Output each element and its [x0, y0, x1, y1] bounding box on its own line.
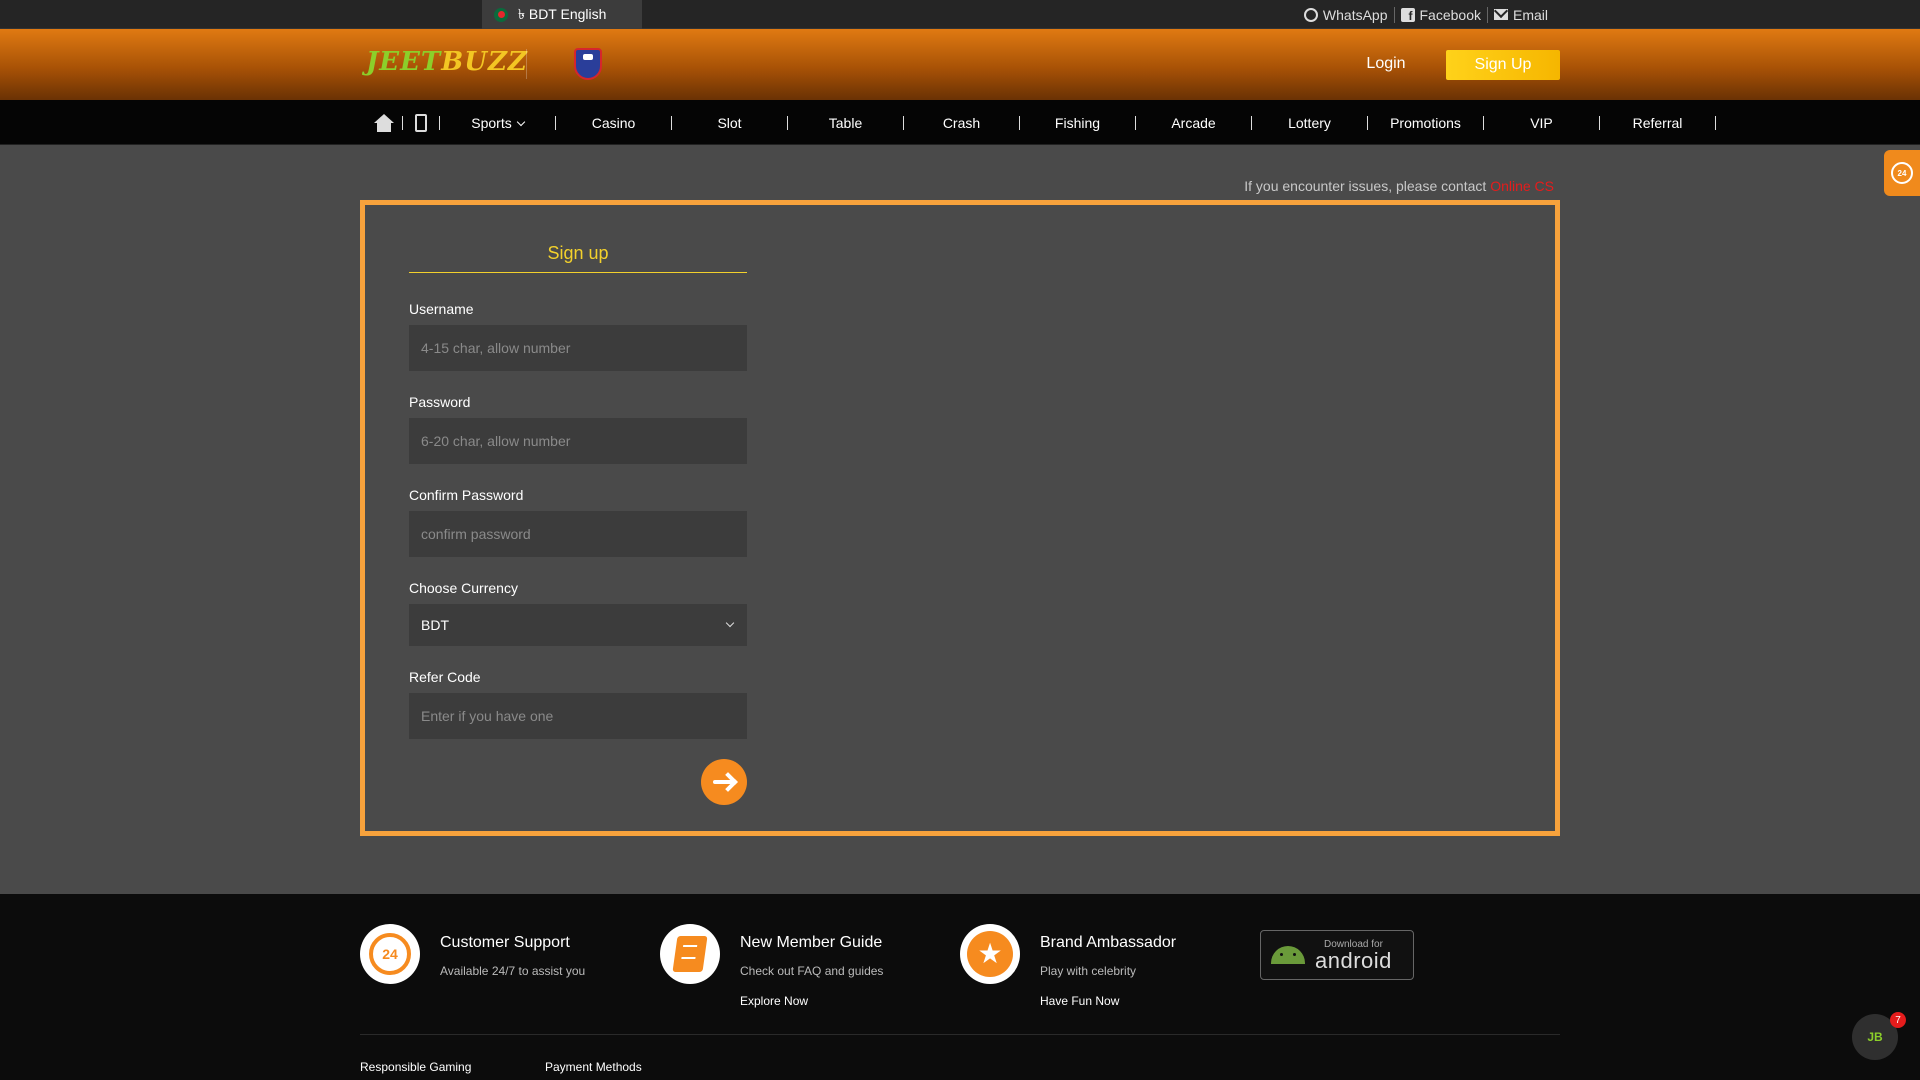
facebook-link[interactable]: f Facebook — [1395, 7, 1487, 23]
nav-divider — [1715, 115, 1716, 130]
currency-select[interactable]: BDT — [409, 604, 747, 646]
new-member-guide-feature: New Member Guide Check out FAQ and guide… — [660, 924, 883, 1008]
form-title: Sign up — [409, 243, 747, 273]
feature-title: Customer Support — [440, 934, 570, 951]
feature-icon-wrap — [660, 924, 720, 984]
mobile-phone-icon — [415, 113, 427, 132]
feature-title: New Member Guide — [740, 934, 883, 951]
top-utility-bar: ৳ BDT English WhatsApp f Facebook Email — [0, 0, 1920, 29]
refer-code-input[interactable] — [409, 693, 747, 739]
main-nav: Sports Casino Slot Table Crash Fishing A… — [0, 100, 1920, 145]
chevron-down-icon — [516, 117, 525, 126]
confirm-password-label: Confirm Password — [409, 487, 524, 503]
language-label: ৳ BDT English — [518, 5, 607, 22]
contact-links: WhatsApp f Facebook Email — [1298, 0, 1554, 29]
nav-item-promotions[interactable]: Promotions — [1368, 115, 1483, 131]
feature-icon-wrap: ★ — [960, 924, 1020, 984]
responsible-gaming-link[interactable]: Responsible Gaming — [360, 1060, 471, 1074]
android-big-text: android — [1315, 947, 1392, 973]
nav-item-vip[interactable]: VIP — [1484, 115, 1599, 131]
site-footer: 24 Customer Support Available 24/7 to as… — [0, 894, 1920, 1080]
logo-text-jeet: JEET — [366, 47, 442, 77]
online-cs-link[interactable]: Online CS — [1490, 178, 1554, 194]
language-currency-selector[interactable]: ৳ BDT English — [482, 0, 642, 29]
confirm-password-input[interactable] — [409, 511, 747, 557]
whatsapp-label: WhatsApp — [1322, 6, 1388, 23]
home-button[interactable] — [366, 100, 402, 145]
facebook-label: Facebook — [1419, 6, 1481, 23]
password-input[interactable] — [409, 418, 747, 464]
nav-item-fishing[interactable]: Fishing — [1020, 115, 1135, 131]
email-icon — [1493, 9, 1508, 20]
feature-subtitle: Available 24/7 to assist you — [440, 964, 586, 978]
currency-label: Choose Currency — [409, 580, 518, 596]
email-label: Email — [1512, 6, 1548, 23]
arrow-right-icon — [713, 780, 735, 784]
login-button[interactable]: Login — [1350, 49, 1422, 79]
club-badge-icon — [574, 48, 602, 80]
signup-button[interactable]: Sign Up — [1446, 50, 1560, 80]
mobile-app-button[interactable] — [403, 100, 439, 145]
notification-badge: 7 — [1890, 1012, 1906, 1028]
password-label: Password — [409, 394, 471, 410]
username-input[interactable] — [409, 325, 747, 371]
logo-divider — [526, 49, 527, 79]
email-link[interactable]: Email — [1488, 7, 1554, 23]
explore-now-link[interactable]: Explore Now — [740, 994, 883, 1008]
nav-item-sports[interactable]: Sports — [440, 115, 555, 131]
feature-subtitle: Check out FAQ and guides — [740, 964, 884, 978]
feature-subtitle: Play with celebrity — [1040, 964, 1137, 978]
nav-item-casino[interactable]: Casino — [556, 115, 671, 131]
chevron-down-icon — [725, 618, 735, 628]
guide-book-icon — [672, 936, 708, 972]
nav-label: Sports — [471, 114, 512, 131]
bangladesh-flag-icon — [494, 7, 508, 22]
customer-support-feature[interactable]: 24 Customer Support Available 24/7 to as… — [360, 924, 585, 984]
logo-text-buzz: BUZZ — [441, 47, 528, 77]
submit-button[interactable] — [701, 759, 747, 805]
whatsapp-icon — [1303, 7, 1318, 22]
android-icon — [1271, 946, 1305, 964]
facebook-icon: f — [1400, 7, 1415, 22]
nav-item-arcade[interactable]: Arcade — [1136, 115, 1251, 131]
support-notice: If you encounter issues, please contact … — [1244, 178, 1554, 194]
notice-text: If you encounter issues, please contact — [1244, 178, 1491, 194]
currency-value: BDT — [421, 617, 449, 633]
nav-item-lottery[interactable]: Lottery — [1252, 115, 1367, 131]
nav-item-slot[interactable]: Slot — [672, 115, 787, 131]
live-support-tab[interactable]: 24 — [1884, 150, 1920, 196]
star-icon: ★ — [967, 931, 1013, 977]
footer-divider — [360, 1034, 1560, 1035]
feature-icon-wrap: 24 — [360, 924, 420, 984]
home-icon — [374, 113, 394, 132]
username-label: Username — [409, 301, 474, 317]
site-header: JEETBUZZ Login Sign Up — [0, 29, 1920, 100]
refer-code-label: Refer Code — [409, 669, 481, 685]
site-logo[interactable]: JEETBUZZ — [366, 47, 528, 77]
brand-ambassador-feature: ★ Brand Ambassador Play with celebrity H… — [960, 924, 1176, 1008]
nav-item-crash[interactable]: Crash — [904, 115, 1019, 131]
signup-form: Sign up Username Password Confirm Passwo… — [360, 200, 1560, 836]
have-fun-now-link[interactable]: Have Fun Now — [1040, 994, 1176, 1008]
nav-item-referral[interactable]: Referral — [1600, 115, 1715, 131]
feature-title: Brand Ambassador — [1040, 934, 1177, 951]
support-24-icon: 24 — [1891, 162, 1913, 184]
payment-methods-link[interactable]: Payment Methods — [545, 1060, 642, 1074]
whatsapp-link[interactable]: WhatsApp — [1298, 7, 1394, 23]
nav-item-table[interactable]: Table — [788, 115, 903, 131]
support-24-icon: 24 — [369, 933, 411, 975]
android-download-button[interactable]: Download for android — [1260, 930, 1414, 980]
